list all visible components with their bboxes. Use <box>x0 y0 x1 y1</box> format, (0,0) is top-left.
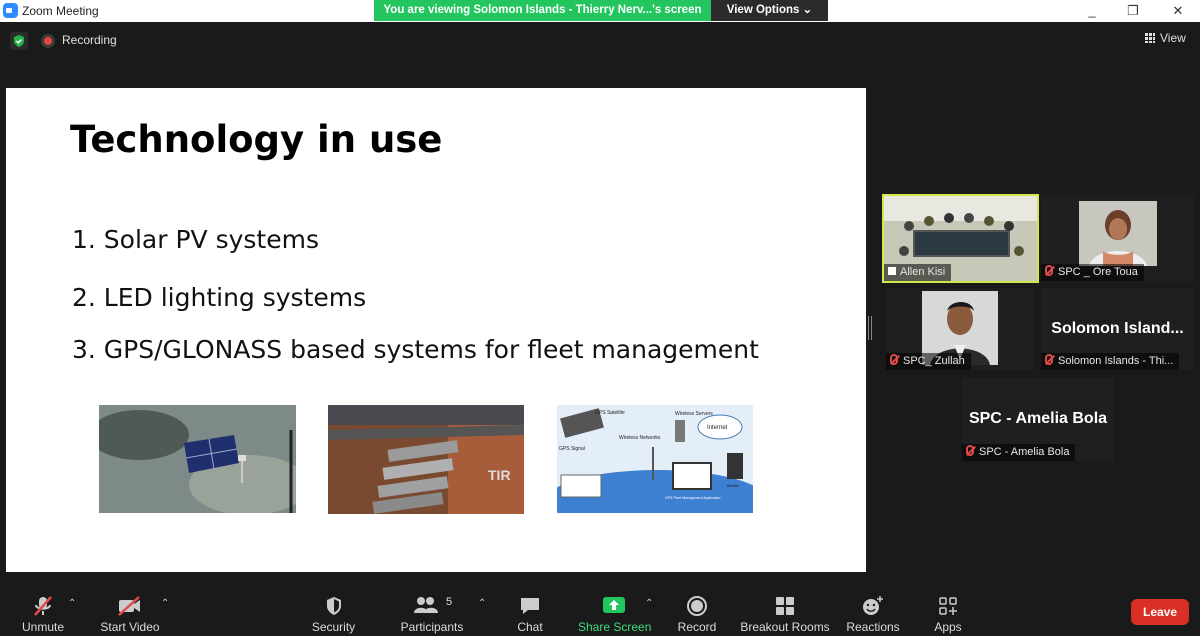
chat-label: Chat <box>517 620 543 634</box>
maximize-button[interactable]: ❐ <box>1113 1 1153 21</box>
breakout-rooms-label: Breakout Rooms <box>740 620 830 634</box>
participant-display-name: SPC - Amelia Bola <box>968 410 1108 427</box>
muted-microphone-icon <box>1045 265 1053 276</box>
participants-label: Participants <box>400 620 464 634</box>
participant-tile-ore-toua[interactable]: SPC _ Ore Toua <box>1041 196 1194 281</box>
meeting-topbar: Recording View <box>0 22 1200 58</box>
gps-fleet-diagram: GPS Satellite Wireless Servers Internet … <box>557 405 753 513</box>
screen-share-banner: You are viewing Solomon Islands - Thierr… <box>374 0 711 21</box>
unmute-label: Unmute <box>21 620 65 634</box>
participant-tile-amelia-bola[interactable]: SPC - Amelia Bola SPC - Amelia Bola <box>962 378 1114 461</box>
diagram-label: Wireless Networks <box>619 435 661 441</box>
breakout-rooms-button[interactable]: Breakout Rooms <box>740 584 830 636</box>
close-button[interactable]: ✕ <box>1158 1 1198 21</box>
svg-text:TIR: TIR <box>488 467 511 483</box>
participants-button[interactable]: 5 Participants <box>398 584 466 636</box>
participants-icon <box>413 595 439 618</box>
audio-options-chevron-icon[interactable]: ⌃ <box>68 598 76 609</box>
security-label: Security <box>311 620 356 634</box>
view-options-button[interactable]: View Options ⌄ <box>711 0 828 21</box>
recording-icon <box>41 34 55 48</box>
slide-bullet: 3. GPS/GLONASS based systems for fleet m… <box>72 335 759 364</box>
video-off-icon <box>117 595 143 620</box>
participant-tile-solomon-islands[interactable]: Solomon Island... Solomon Islands - Thi.… <box>1041 288 1194 370</box>
record-label: Record <box>677 620 717 634</box>
solar-panel-photo <box>99 405 296 513</box>
participant-name: Allen Kisi <box>884 264 952 281</box>
emoji-plus-icon <box>861 595 885 620</box>
chat-icon <box>519 595 541 620</box>
participant-name: Solomon Islands - Thi... <box>1041 353 1180 370</box>
record-button[interactable]: Record <box>675 584 719 636</box>
start-video-button[interactable]: Start Video <box>95 584 165 636</box>
panel-resize-handle[interactable] <box>868 316 872 340</box>
record-icon <box>686 595 708 620</box>
view-label: View <box>1160 31 1186 45</box>
meeting-toolbar: Unmute ⌃ Start Video ⌃ Security 5 Partic… <box>0 584 1200 636</box>
view-button[interactable]: View <box>1145 31 1186 45</box>
unmute-button[interactable]: Unmute <box>10 584 76 636</box>
diagram-label: Wireless Servers <box>675 411 713 417</box>
share-screen-icon <box>602 595 626 618</box>
diagram-label: Mobile <box>727 483 740 488</box>
minimize-button[interactable]: _ <box>1072 1 1112 21</box>
zoom-app-icon <box>3 3 18 18</box>
participant-name: SPC_ Zullah <box>886 353 971 370</box>
breakout-rooms-icon <box>774 595 796 620</box>
participant-display-name: Solomon Island... <box>1051 320 1184 337</box>
apps-button[interactable]: Apps <box>928 584 968 636</box>
participant-tile-allen-kisi[interactable]: Allen Kisi <box>882 194 1039 283</box>
muted-microphone-icon <box>32 595 54 620</box>
participant-tile-zullah[interactable]: SPC_ Zullah <box>886 288 1034 370</box>
muted-microphone-icon <box>966 445 974 456</box>
slide-bullet: 2. LED lighting systems <box>72 283 367 312</box>
participants-options-chevron-icon[interactable]: ⌃ <box>478 598 486 609</box>
grid-icon <box>1145 33 1155 43</box>
shared-slide: Technology in use 1. Solar PV systems 2.… <box>6 88 866 572</box>
reactions-label: Reactions <box>846 620 900 634</box>
start-video-label: Start Video <box>100 620 160 634</box>
muted-microphone-icon <box>1045 354 1053 365</box>
security-shield-icon[interactable] <box>10 32 28 50</box>
participant-name: SPC _ Ore Toua <box>1041 264 1144 281</box>
window-title: Zoom Meeting <box>22 4 99 18</box>
leave-button[interactable]: Leave <box>1131 599 1189 625</box>
diagram-label: Internet <box>707 425 728 431</box>
diagram-label: GPS Fleet Management Application <box>665 496 721 500</box>
video-options-chevron-icon[interactable]: ⌃ <box>161 598 169 609</box>
participant-name: SPC - Amelia Bola <box>962 444 1076 461</box>
pin-icon <box>888 267 896 275</box>
apps-label: Apps <box>934 620 962 634</box>
diagram-label: GPS Signal <box>559 446 585 452</box>
led-lights-photo: TIR <box>328 405 524 514</box>
participants-count: 5 <box>446 596 453 608</box>
share-options-chevron-icon[interactable]: ⌃ <box>645 598 653 609</box>
reactions-button[interactable]: Reactions <box>845 584 901 636</box>
diagram-label: GPS Satellite <box>595 410 625 416</box>
shield-icon <box>324 595 344 620</box>
chat-button[interactable]: Chat <box>510 584 550 636</box>
apps-icon <box>937 595 959 620</box>
slide-bullet: 1. Solar PV systems <box>72 225 319 254</box>
share-screen-label: Share Screen <box>578 620 652 634</box>
slide-title: Technology in use <box>70 118 443 161</box>
share-screen-button[interactable]: Share Screen <box>578 584 652 636</box>
security-button[interactable]: Security <box>306 584 361 636</box>
muted-microphone-icon <box>890 354 898 365</box>
recording-label[interactable]: Recording <box>62 33 117 47</box>
